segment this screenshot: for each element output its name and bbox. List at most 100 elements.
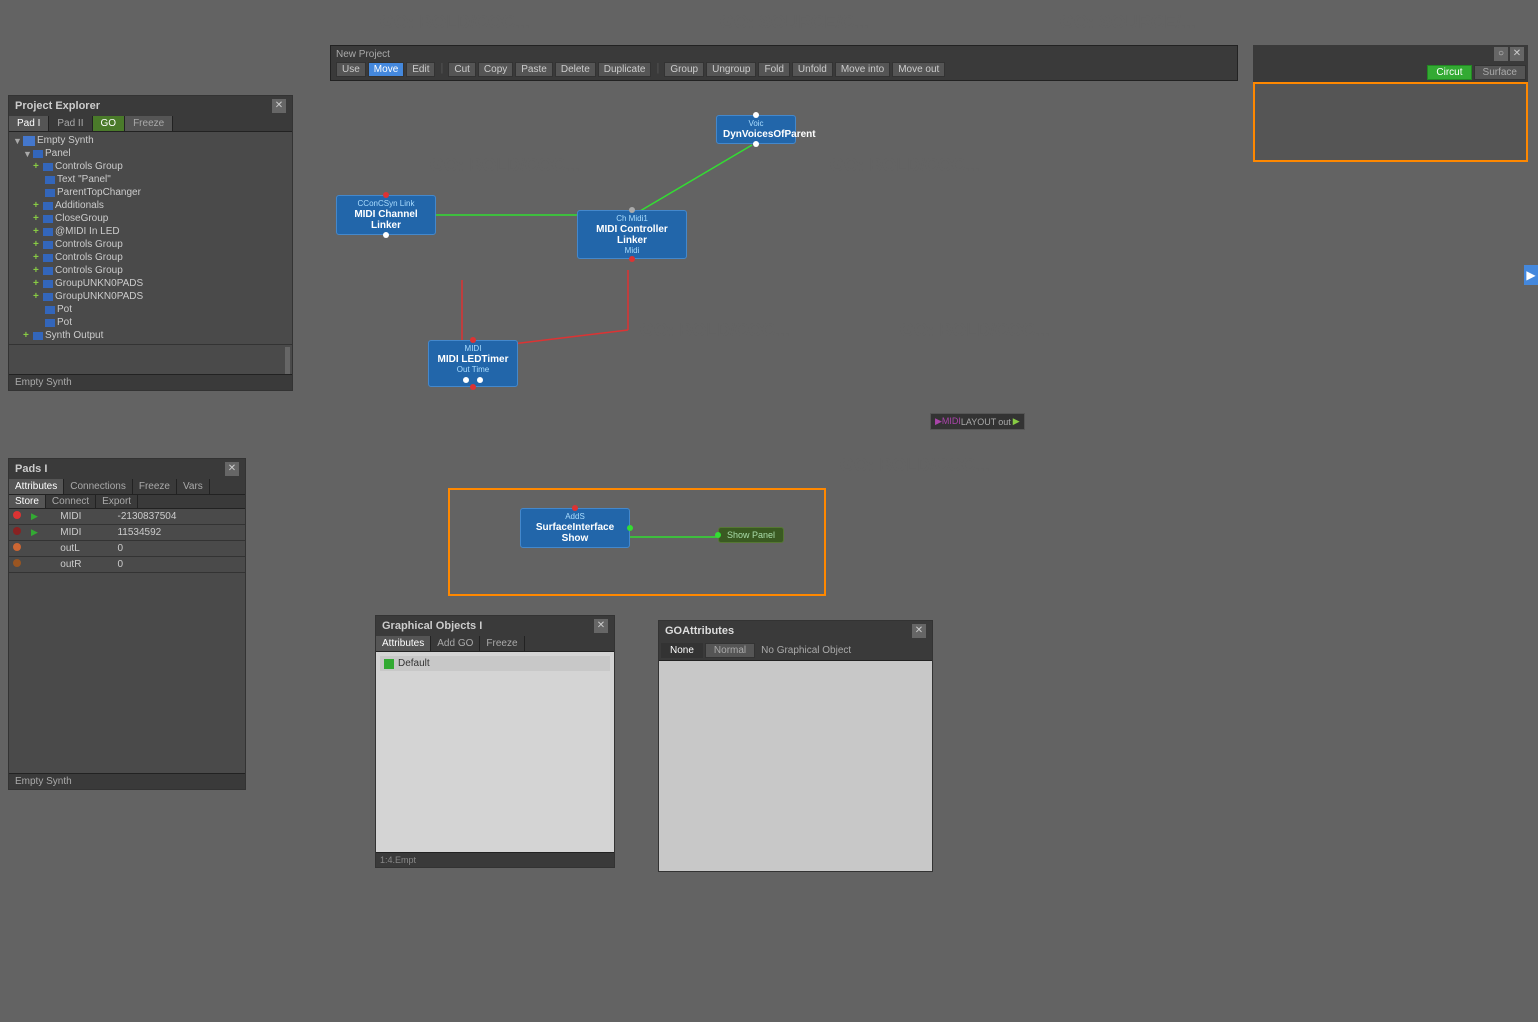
midi-layout-out: ▶MIDI LAYOUT out ▶ [930, 413, 1025, 430]
move-into-button[interactable]: Move into [835, 62, 890, 77]
go-panel-close[interactable]: ✕ [594, 619, 608, 633]
tab-freeze[interactable]: Freeze [125, 116, 173, 131]
tree-item-controls-group-1[interactable]: + Controls Group [9, 160, 292, 173]
paste-button[interactable]: Paste [515, 62, 553, 77]
pads-panel-close[interactable]: ✕ [225, 462, 239, 476]
ungroup-button[interactable]: Ungroup [706, 62, 756, 77]
right-panel-close-button[interactable]: ✕ [1510, 47, 1524, 61]
cut-button[interactable]: Cut [448, 62, 476, 77]
go-tab-attributes[interactable]: Attributes [376, 636, 431, 651]
tree-item-pot-1[interactable]: Pot [9, 303, 292, 316]
midi-led-port-top[interactable] [470, 337, 476, 343]
empty-synth-label: Empty Synth [37, 135, 94, 146]
tree-item-empty-synth[interactable]: ▼ Empty Synth [9, 134, 292, 147]
tree-item-additionals[interactable]: + Additionals [9, 199, 292, 212]
cconcsyn-node[interactable]: CConCSyn Link MIDI Channel Linker [336, 195, 436, 235]
adds-node[interactable]: AddS SurfaceInterface Show [520, 508, 630, 548]
pads-tab-connections[interactable]: Connections [64, 479, 133, 494]
edit-button[interactable]: Edit [406, 62, 435, 77]
midi-led-port-bottom[interactable] [470, 384, 476, 390]
tab-go[interactable]: GO [93, 116, 126, 131]
tree-item-parent-top[interactable]: ParentTopChanger [9, 186, 292, 199]
plus-unkn-2[interactable]: + [33, 291, 43, 302]
plus-unkn-1[interactable]: + [33, 278, 43, 289]
midi-led-port-bl[interactable] [463, 377, 469, 383]
var-value-outl: 0 [113, 541, 245, 557]
voic-port-top[interactable] [753, 112, 759, 118]
ch-midi-node[interactable]: Ch Midi1 MIDI Controller Linker Midi [577, 210, 687, 259]
plus-synth-output[interactable]: + [23, 330, 33, 341]
unfold-button[interactable]: Unfold [792, 62, 833, 77]
tree-item-panel[interactable]: ▼ Panel [9, 147, 292, 160]
pot-2-icon [45, 319, 55, 327]
project-explorer-close[interactable]: ✕ [272, 99, 286, 113]
goattr-close[interactable]: ✕ [912, 624, 926, 638]
right-panel-container: ○ ✕ Circut Surface [1253, 45, 1528, 162]
show-panel-node[interactable]: Show Panel [718, 527, 784, 543]
tree-item-pot-2[interactable]: Pot [9, 316, 292, 329]
go-tab-add-go[interactable]: Add GO [431, 636, 480, 651]
tree-item-midi-led[interactable]: + @MIDI In LED [9, 225, 292, 238]
adds-port-right[interactable] [627, 525, 633, 531]
tree-scrollbar[interactable] [285, 347, 290, 374]
voic-node[interactable]: Voic DynVoicesOfParent [716, 115, 796, 144]
plus-controls-1[interactable]: + [33, 161, 43, 172]
go-item-default[interactable]: Default [380, 656, 610, 671]
ch-midi-port-top[interactable] [629, 207, 635, 213]
panel-icon [33, 150, 43, 158]
project-toolbar-container: New Project Use Move Edit | Cut Copy Pas… [330, 45, 1238, 81]
voic-port-bottom[interactable] [753, 141, 759, 147]
plus-additionals[interactable]: + [33, 200, 43, 211]
tree-item-group-unkn-1[interactable]: + GroupUNKN0PADS [9, 277, 292, 290]
var-value-midi-1: -2130837504 [113, 509, 245, 525]
store-btn[interactable]: Store [9, 495, 46, 508]
go-tab-freeze[interactable]: Freeze [480, 636, 524, 651]
adds-port-top[interactable] [572, 505, 578, 511]
tree-item-controls-group-4[interactable]: + Controls Group [9, 264, 292, 277]
plus-close-group[interactable]: + [33, 213, 43, 224]
store-connect-row: Store Connect Export [9, 495, 245, 509]
cconcsyn-port-top[interactable] [383, 192, 389, 198]
move-out-button[interactable]: Move out [892, 62, 945, 77]
ch-midi-port-bottom[interactable] [629, 256, 635, 262]
expand-panel[interactable]: ▼ [23, 149, 33, 159]
group-button[interactable]: Group [664, 62, 704, 77]
plus-controls-4[interactable]: + [33, 265, 43, 276]
pads-tab-attributes[interactable]: Attributes [9, 479, 64, 494]
surface-button[interactable]: Surface [1474, 65, 1526, 80]
export-btn[interactable]: Export [96, 495, 138, 508]
tree-item-synth-output[interactable]: + Synth Output [9, 329, 292, 342]
plus-controls-3[interactable]: + [33, 252, 43, 263]
tree-item-close-group[interactable]: + CloseGroup [9, 212, 292, 225]
plus-midi-led[interactable]: + [33, 226, 43, 237]
tree-item-text-panel[interactable]: Text "Panel" [9, 173, 292, 186]
tab-pad2[interactable]: Pad II [49, 116, 92, 131]
duplicate-button[interactable]: Duplicate [598, 62, 652, 77]
midi-led-node[interactable]: MIDI MIDI LEDTimer Out Time [428, 340, 518, 387]
copy-button[interactable]: Copy [478, 62, 513, 77]
use-button[interactable]: Use [336, 62, 366, 77]
show-panel-port-left[interactable] [715, 532, 721, 538]
right-panel-min-button[interactable]: ○ [1494, 47, 1508, 61]
tree-item-group-unkn-2[interactable]: + GroupUNKN0PADS [9, 290, 292, 303]
delete-button[interactable]: Delete [555, 62, 596, 77]
goattr-tab-normal[interactable]: Normal [705, 643, 755, 658]
tab-pad1[interactable]: Pad I [9, 116, 49, 131]
cconcsyn-port-bottom[interactable] [383, 232, 389, 238]
connect-btn[interactable]: Connect [46, 495, 96, 508]
tree-item-controls-group-3[interactable]: + Controls Group [9, 251, 292, 264]
unkn-1-label: GroupUNKN0PADS [55, 278, 143, 289]
circut-button[interactable]: Circut [1427, 65, 1471, 80]
goattr-header: GOAttributes ✕ [659, 621, 932, 641]
edge-arrow-right[interactable]: ▶ [1524, 265, 1538, 285]
midi-prefix: ▶MIDI [935, 416, 961, 427]
pads-tab-freeze[interactable]: Freeze [133, 479, 177, 494]
move-button[interactable]: Move [368, 62, 404, 77]
plus-controls-2[interactable]: + [33, 239, 43, 250]
fold-button[interactable]: Fold [758, 62, 789, 77]
expand-empty-synth[interactable]: ▼ [13, 136, 23, 146]
tree-item-controls-group-2[interactable]: + Controls Group [9, 238, 292, 251]
goattr-tab-none[interactable]: None [661, 643, 703, 658]
pads-tab-vars[interactable]: Vars [177, 479, 210, 494]
midi-led-port-br[interactable] [477, 377, 483, 383]
